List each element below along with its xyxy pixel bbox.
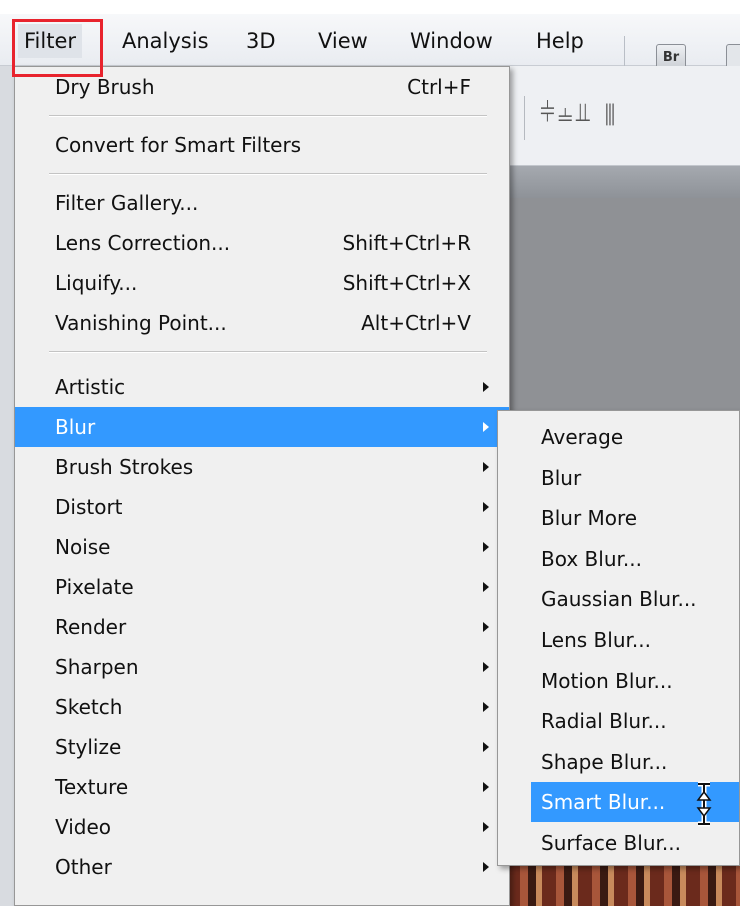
menu-item-label: Texture — [55, 775, 129, 799]
text-cursor-icon — [696, 781, 712, 827]
menu-help[interactable]: Help — [530, 24, 590, 58]
menu-item-category[interactable]: Stylize — [15, 727, 509, 767]
menu-3d[interactable]: 3D — [240, 24, 282, 58]
menu-item-label: Filter Gallery... — [55, 191, 199, 215]
menu-item-category[interactable]: Noise — [15, 527, 509, 567]
menu-view[interactable]: View — [312, 24, 374, 58]
menu-separator — [49, 115, 487, 117]
menu-item-label: Blur — [55, 415, 96, 439]
menu-analysis[interactable]: Analysis — [116, 24, 215, 58]
menu-item-shortcut: Shift+Ctrl+R — [342, 231, 471, 255]
chevron-right-icon — [483, 742, 489, 752]
chevron-right-icon — [483, 502, 489, 512]
menu-item-category[interactable]: Brush Strokes — [15, 447, 509, 487]
menu-item-category[interactable]: Sharpen — [15, 647, 509, 687]
chevron-right-icon — [483, 462, 489, 472]
submenu-item[interactable]: Shape Blur... — [498, 742, 739, 782]
submenu-item-label: Surface Blur... — [541, 831, 681, 855]
submenu-item[interactable]: Lens Blur... — [498, 620, 739, 660]
submenu-item[interactable]: Gaussian Blur... — [498, 579, 739, 619]
menu-item-label: Stylize — [55, 735, 122, 759]
chevron-right-icon — [483, 542, 489, 552]
menu-item-label: Pixelate — [55, 575, 134, 599]
submenu-item[interactable]: Blur — [498, 458, 739, 498]
menu-item-tool[interactable]: Vanishing Point... Alt+Ctrl+V — [15, 303, 509, 343]
chevron-right-icon — [483, 622, 489, 632]
menu-item-tool[interactable]: Lens Correction... Shift+Ctrl+R — [15, 223, 509, 263]
photoshop-window: Filter Analysis 3D View Window Help Br ⫩… — [0, 0, 740, 906]
menu-item-label: Brush Strokes — [55, 455, 194, 479]
submenu-item-label: Shape Blur... — [541, 749, 668, 774]
menu-item-label: Distort — [55, 495, 123, 519]
menu-item-category[interactable]: Sketch — [15, 687, 509, 727]
menu-item-convert-smart-filters[interactable]: Convert for Smart Filters — [15, 125, 509, 165]
chevron-right-icon — [483, 862, 489, 872]
chevron-right-icon — [483, 822, 489, 832]
menu-item-label: Noise — [55, 535, 111, 559]
toolbar-divider — [524, 96, 525, 140]
menu-item-category[interactable]: Artistic — [15, 367, 509, 407]
tools-panel-edge — [0, 66, 14, 906]
chevron-right-icon — [483, 582, 489, 592]
document-image — [506, 862, 740, 906]
submenu-item[interactable]: Average — [498, 417, 739, 457]
menu-item-category[interactable]: Distort — [15, 487, 509, 527]
filter-dropdown-menu: Dry Brush Ctrl+F Convert for Smart Filters… — [14, 66, 510, 906]
menu-item-label: Other — [55, 855, 112, 879]
submenu-item[interactable]: Box Blur... — [498, 539, 739, 579]
menu-item-shortcut: Shift+Ctrl+X — [342, 271, 471, 295]
chevron-right-icon — [483, 662, 489, 672]
chevron-right-icon — [483, 422, 489, 432]
menu-item-label: Sketch — [55, 695, 123, 719]
menu-filter[interactable]: Filter — [18, 24, 83, 58]
submenu-item-label: Motion Blur... — [541, 668, 673, 693]
menu-item-label: Vanishing Point... — [55, 311, 227, 335]
submenu-item-label: Radial Blur... — [541, 709, 667, 734]
submenu-item[interactable]: Blur More — [498, 498, 739, 538]
menu-item-label: Liquify... — [55, 271, 138, 295]
menu-separator — [49, 351, 487, 353]
submenu-item-label: Smart Blur... — [541, 790, 666, 815]
menu-item-label: Render — [55, 615, 127, 639]
submenu-item-label: Blur — [541, 465, 582, 490]
menu-item-tool[interactable]: Filter Gallery... — [15, 183, 509, 223]
align-icon[interactable]: ⫩⫨⫫ ⫴ — [540, 98, 618, 129]
menu-item-last-filter[interactable]: Dry Brush Ctrl+F — [15, 67, 509, 107]
menu-item-category[interactable]: Blur — [15, 407, 509, 447]
menu-item-label: Convert for Smart Filters — [55, 133, 302, 157]
submenu-item[interactable]: Surface Blur... — [498, 823, 739, 863]
submenu-item-label: Gaussian Blur... — [541, 587, 697, 612]
menu-item-category[interactable]: Render — [15, 607, 509, 647]
menu-item-label: Sharpen — [55, 655, 139, 679]
submenu-item-label: Blur More — [541, 506, 638, 531]
menu-item-shortcut: Alt+Ctrl+V — [361, 311, 471, 335]
chevron-right-icon — [483, 782, 489, 792]
menu-window[interactable]: Window — [404, 24, 499, 58]
menu-item-label: Lens Correction... — [55, 231, 231, 255]
menu-separator — [49, 173, 487, 175]
chevron-right-icon — [483, 382, 489, 392]
submenu-item[interactable]: Radial Blur... — [498, 701, 739, 741]
chevron-right-icon — [483, 702, 489, 712]
menu-item-shortcut: Ctrl+F — [407, 75, 471, 99]
menu-item-category[interactable]: Texture — [15, 767, 509, 807]
menu-item-category[interactable]: Pixelate — [15, 567, 509, 607]
menu-item-label: Dry Brush — [55, 75, 155, 99]
menu-bar: Filter Analysis 3D View Window Help Br — [0, 14, 740, 72]
menu-item-tool[interactable]: Liquify... Shift+Ctrl+X — [15, 263, 509, 303]
menu-item-category[interactable]: Video — [15, 807, 509, 847]
menu-item-category[interactable]: Other — [15, 847, 509, 887]
menu-item-label: Video — [55, 815, 112, 839]
submenu-item-label: Average — [541, 425, 624, 449]
submenu-item[interactable]: Motion Blur... — [498, 661, 739, 701]
submenu-item-label: Lens Blur... — [541, 628, 651, 652]
menu-item-label: Artistic — [55, 375, 126, 399]
submenu-item-label: Box Blur... — [541, 546, 642, 571]
